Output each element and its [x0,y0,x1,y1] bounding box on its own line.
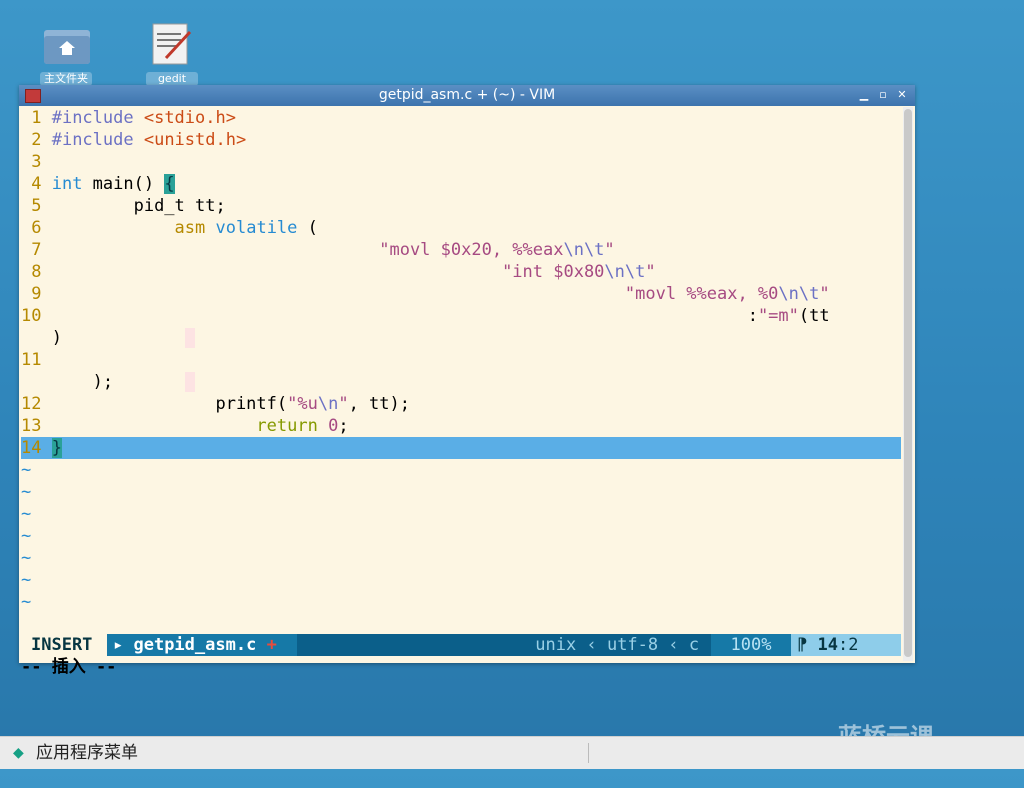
code-text: #include [51,130,144,150]
command-line: -- 插入 -- [21,657,117,677]
modified-flag: + [266,635,277,655]
code-line: 4 int main() { [21,174,175,194]
vim-statusline: INSERT ▸ getpid_asm.c + unix ‹ utf-8 ‹ c… [21,634,901,656]
home-folder-icon [44,30,90,64]
line-number: 6 [21,218,52,238]
empty-line-marker: ~ [21,548,32,568]
mode-indicator: INSERT [21,634,107,656]
cursor-col: 2 [848,635,859,655]
file-encoding: utf-8 [606,635,659,655]
file-type: c [688,635,700,655]
code-line: 5 pid_t tt; [21,196,226,216]
code-line: 6 asm volatile ( [21,218,318,238]
desktop-icon-label: gedit [146,72,198,86]
line-number: 7 [21,240,52,260]
empty-line-marker: ~ [21,460,32,480]
code-text: <unistd.h> [143,130,247,150]
code-line: 9 "movl %%eax, %0\n\t" [21,284,830,304]
file-percent: 100% [711,634,791,656]
line-number: 11 [21,350,42,370]
line-number: 1 [21,108,52,128]
close-button[interactable]: ✕ [895,88,909,102]
code-line: ); [21,371,901,393]
code-line: 12 printf("%u\n", tt); [21,394,410,414]
desktop-home-folder[interactable]: 主文件夹 [30,20,102,88]
app-menu-icon[interactable]: ◆ [13,745,24,761]
empty-line-marker: ~ [21,570,32,590]
arrow-right-icon: ▸ [113,635,134,655]
matched-brace: { [164,174,175,194]
line-number: 5 [21,196,52,216]
window-titlebar[interactable]: getpid_asm.c + (~) - VIM ▁ ▫ ✕ [19,85,915,106]
cursor: } [51,438,62,458]
code-line: 13 return 0; [21,416,349,436]
cursor-position: ⁋ 14:2 [791,634,901,656]
code-line: 10 :"=m"(tt [21,306,830,326]
line-number: 9 [21,284,52,304]
code-line: 2 #include <unistd.h> [21,129,901,151]
code-text: #include [51,108,144,128]
statusline-file: ▸ getpid_asm.c + [107,634,297,656]
code-line: 8 "int $0x80\n\t" [21,262,656,282]
vertical-scrollbar[interactable] [903,107,913,661]
empty-line-marker: ~ [21,526,32,546]
vim-window[interactable]: getpid_asm.c + (~) - VIM ▁ ▫ ✕ 1 #includ… [19,85,915,677]
desktop-text-editor[interactable]: gedit [136,20,208,88]
code-line: 1 #include <stdio.h> [21,107,901,129]
window-title: getpid_asm.c + (~) - VIM [378,87,556,103]
app-menu-button[interactable]: 应用程序菜单 [36,737,138,769]
code-line: 11 [21,349,901,371]
file-name: getpid_asm.c [133,635,257,655]
cursor-line: 14 [817,635,838,655]
line-number: 2 [21,130,52,150]
line-number: 4 [21,174,52,194]
line-number: 13 [21,416,52,436]
line-number: 12 [21,394,52,414]
line-number: 3 [21,152,42,172]
file-format: unix [535,635,577,655]
code-line: 7 "movl $0x20, %%eax\n\t" [21,240,615,260]
code-line: ) [21,327,901,349]
text-editor-icon [152,23,192,65]
empty-line-marker: ~ [21,592,32,612]
maximize-button[interactable]: ▫ [876,88,890,102]
line-number: 8 [21,262,52,282]
desktop-icon-label: 主文件夹 [40,72,92,86]
current-line: 14 } [21,437,901,459]
code-line: 3 [21,151,901,173]
scrollbar-thumb[interactable] [904,109,912,657]
code-text: int [51,174,83,194]
minimize-button[interactable]: ▁ [857,88,871,102]
empty-line-marker: ~ [21,482,32,502]
code-text: <stdio.h> [143,108,236,128]
line-icon: ⁋ [797,635,818,655]
taskbar-separator [588,743,589,763]
line-number: 14 [21,438,52,458]
empty-line-marker: ~ [21,504,32,524]
editor-buffer[interactable]: 1 #include <stdio.h> 2 #include <unistd.… [21,107,901,677]
taskbar: ◆ 应用程序菜单 [0,736,1024,769]
line-number: 10 [21,306,52,326]
